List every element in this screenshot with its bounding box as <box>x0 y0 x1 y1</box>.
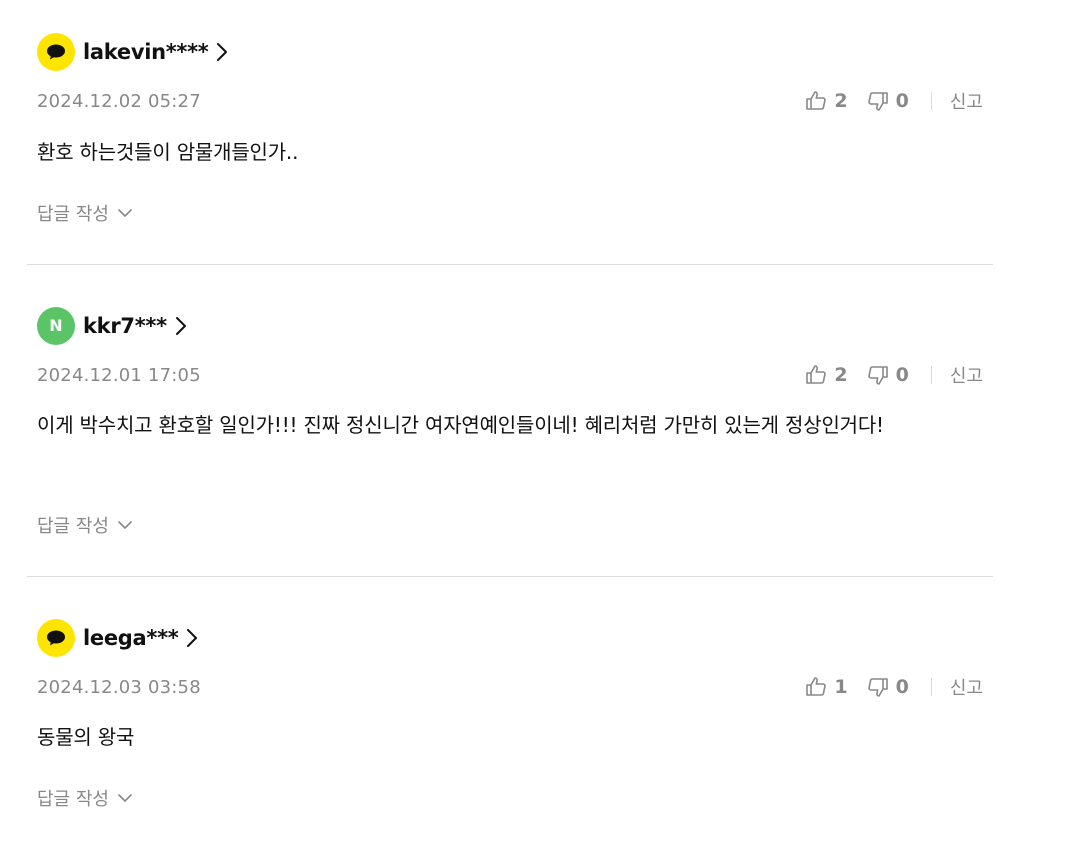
chevron-down-icon <box>117 793 133 803</box>
like-count: 2 <box>834 364 848 386</box>
kakao-avatar-icon <box>37 619 75 657</box>
reply-label: 답글 작성 <box>37 516 109 537</box>
chevron-down-icon <box>117 208 133 218</box>
action-divider <box>930 366 932 384</box>
dislike-button[interactable]: 0 <box>866 675 909 699</box>
action-divider <box>930 678 932 696</box>
thumbs-down-icon <box>866 363 890 387</box>
comment-meta: 2024.12.03 03:58 1 0 신고 <box>37 674 983 700</box>
username[interactable]: kkr7*** <box>83 314 167 338</box>
like-button[interactable]: 2 <box>804 363 848 387</box>
dislike-button[interactable]: 0 <box>866 89 909 113</box>
dislike-count: 0 <box>895 90 909 112</box>
comment-item: leega*** 2024.12.03 03:58 1 0 신고 동물의 왕국 … <box>27 577 993 845</box>
naver-avatar-icon: N <box>37 307 75 345</box>
dislike-count: 0 <box>895 676 909 698</box>
thumbs-up-icon <box>804 363 828 387</box>
comment-author[interactable]: leega*** <box>37 619 198 657</box>
comment-item: lakevin**** 2024.12.02 05:27 2 0 신고 환호 하… <box>27 0 993 265</box>
like-count: 2 <box>834 90 848 112</box>
dislike-count: 0 <box>895 364 909 386</box>
reply-label: 답글 작성 <box>37 789 109 810</box>
action-divider <box>930 92 932 110</box>
comment-date: 2024.12.03 03:58 <box>37 676 201 698</box>
like-button[interactable]: 1 <box>804 675 848 699</box>
reply-toggle[interactable]: 답글 작성 <box>37 200 133 226</box>
thumbs-up-icon <box>804 89 828 113</box>
comment-date: 2024.12.02 05:27 <box>37 90 201 112</box>
report-button[interactable]: 신고 <box>950 88 983 114</box>
report-button[interactable]: 신고 <box>950 674 983 700</box>
comment-list: lakevin**** 2024.12.02 05:27 2 0 신고 환호 하… <box>27 0 993 845</box>
chevron-right-icon[interactable] <box>216 42 228 62</box>
chevron-right-icon[interactable] <box>175 316 187 336</box>
comment-actions: 2 0 신고 <box>804 88 983 114</box>
username[interactable]: lakevin**** <box>83 40 209 64</box>
thumbs-up-icon <box>804 675 828 699</box>
comment-author[interactable]: lakevin**** <box>37 33 228 71</box>
like-count: 1 <box>834 676 848 698</box>
reply-label: 답글 작성 <box>37 204 109 225</box>
reply-toggle[interactable]: 답글 작성 <box>37 785 133 811</box>
comment-date: 2024.12.01 17:05 <box>37 364 201 386</box>
speech-bubble-icon <box>47 630 65 646</box>
like-button[interactable]: 2 <box>804 89 848 113</box>
naver-n-icon: N <box>49 316 63 335</box>
report-button[interactable]: 신고 <box>950 362 983 388</box>
comment-content: 동물의 왕국 <box>37 725 135 749</box>
comment-content: 환호 하는것들이 암물개들인가.. <box>37 140 299 164</box>
comment-author[interactable]: N kkr7*** <box>37 307 187 345</box>
reply-toggle[interactable]: 답글 작성 <box>37 512 133 538</box>
dislike-button[interactable]: 0 <box>866 363 909 387</box>
comment-actions: 2 0 신고 <box>804 362 983 388</box>
comment-meta: 2024.12.02 05:27 2 0 신고 <box>37 88 983 114</box>
speech-bubble-icon <box>47 44 65 60</box>
thumbs-down-icon <box>866 89 890 113</box>
username[interactable]: leega*** <box>83 626 179 650</box>
chevron-down-icon <box>117 520 133 530</box>
thumbs-down-icon <box>866 675 890 699</box>
chevron-right-icon[interactable] <box>186 628 198 648</box>
comment-item: N kkr7*** 2024.12.01 17:05 2 0 신고 이게 박수치… <box>27 265 993 577</box>
comment-meta: 2024.12.01 17:05 2 0 신고 <box>37 362 983 388</box>
comment-content: 이게 박수치고 환호할 일인가!!! 진짜 정신니간 여자연예인들이네! 혜리처… <box>37 413 884 437</box>
comment-actions: 1 0 신고 <box>804 674 983 700</box>
kakao-avatar-icon <box>37 33 75 71</box>
